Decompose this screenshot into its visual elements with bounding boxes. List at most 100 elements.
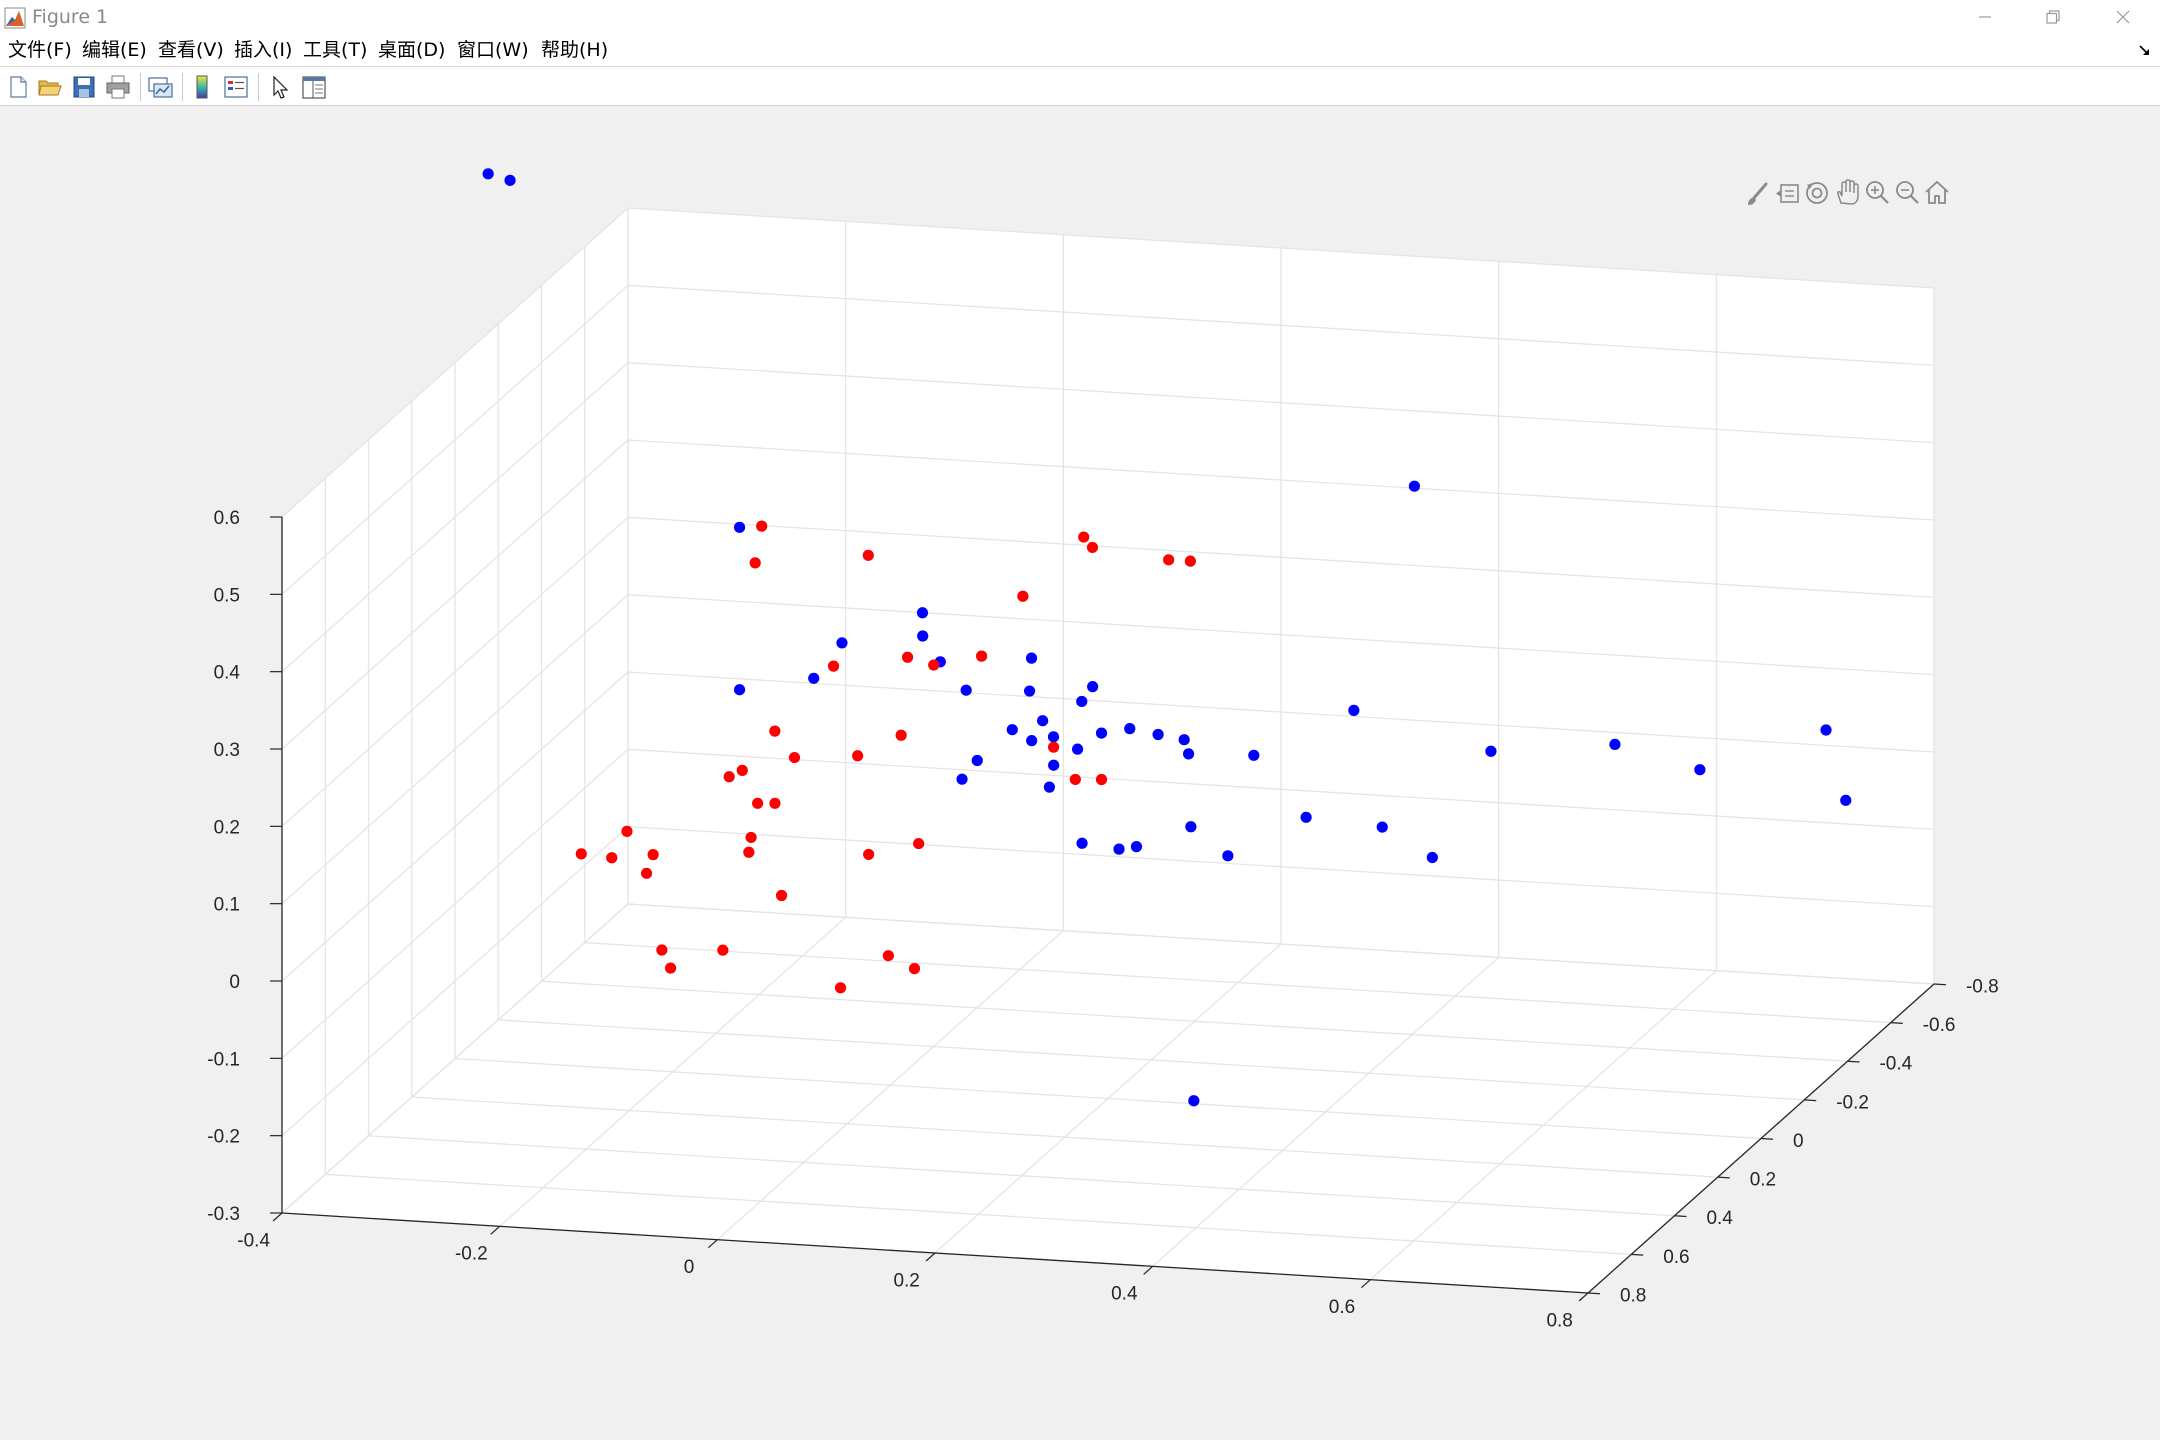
scatter-point-blue[interactable] <box>836 637 848 649</box>
scatter-point-red[interactable] <box>1047 741 1060 753</box>
scatter-point-red[interactable] <box>717 944 729 956</box>
scatter-point-blue[interactable] <box>733 684 746 696</box>
scatter-point-blue[interactable] <box>1037 715 1049 727</box>
scatter-point-blue[interactable] <box>1047 731 1060 743</box>
scatter-point-blue[interactable] <box>1178 734 1190 746</box>
z-tick-label: 0.3 <box>214 740 240 761</box>
scatter-point-red[interactable] <box>745 831 757 844</box>
scatter-point-blue[interactable] <box>1426 851 1438 864</box>
scatter-point-red[interactable] <box>788 751 801 764</box>
scatter-point-red[interactable] <box>1017 590 1029 602</box>
scatter-point-blue[interactable] <box>1182 748 1195 760</box>
scatter-point-blue[interactable] <box>733 521 746 533</box>
scatter-point-blue[interactable] <box>917 630 929 642</box>
scatter-point-red[interactable] <box>743 846 755 858</box>
scatter-point-blue[interactable] <box>1300 811 1312 823</box>
y-tick-label: 0.6 <box>1663 1247 1689 1268</box>
scatter-point-red[interactable] <box>606 852 618 864</box>
scatter-point-red[interactable] <box>775 889 788 902</box>
scatter-point-blue[interactable] <box>1188 1095 1200 1107</box>
y-tick-mark <box>1587 1292 1601 1295</box>
home-restore-view-icon[interactable] <box>1922 176 1952 210</box>
scatter-point-red[interactable] <box>769 797 781 809</box>
scatter-point-blue[interactable] <box>916 607 929 619</box>
scatter-point-blue[interactable] <box>1113 843 1125 855</box>
scatter-point-red[interactable] <box>736 764 748 776</box>
scatter-point-blue[interactable] <box>1076 837 1088 849</box>
scatter-point-red[interactable] <box>863 848 875 861</box>
scatter-point-red[interactable] <box>769 725 781 737</box>
scatter-point-blue[interactable] <box>1185 821 1197 833</box>
scatter-point-red[interactable] <box>882 950 894 962</box>
z-tick-label: 0.1 <box>214 895 240 916</box>
scatter-point-blue[interactable] <box>1376 821 1388 833</box>
scatter-point-red[interactable] <box>621 825 633 837</box>
z-tick-label: 0.4 <box>214 663 241 684</box>
zoom-in-icon[interactable] <box>1862 176 1892 210</box>
pan-hand-icon[interactable] <box>1832 176 1862 210</box>
x-tick-label: 0.6 <box>1329 1297 1355 1318</box>
rotate-3d-icon[interactable] <box>1802 176 1832 210</box>
scatter-point-blue[interactable] <box>1840 794 1852 806</box>
scatter-point-blue[interactable] <box>1025 652 1038 664</box>
scatter-point-blue[interactable] <box>1820 724 1832 736</box>
scatter-point-red[interactable] <box>664 962 677 974</box>
scatter-point-blue[interactable] <box>1026 735 1038 747</box>
scatter-point-red[interactable] <box>1078 531 1090 543</box>
scatter-point-blue[interactable] <box>482 168 494 180</box>
scatter-point-blue[interactable] <box>971 754 983 767</box>
scatter-point-blue[interactable] <box>956 773 968 785</box>
scatter-point-red[interactable] <box>827 660 840 672</box>
scatter-point-blue[interactable] <box>1609 738 1621 751</box>
scatter-point-blue[interactable] <box>1006 724 1018 736</box>
scatter-point-blue[interactable] <box>504 174 516 186</box>
scatter-point-blue[interactable] <box>1130 841 1143 853</box>
axes-3d[interactable]: -0.4 -0.2 0 0.2 0.4 0.6 0.8 -0.8 -0.6 -0.4 -0.2 0 0.… <box>0 0 2160 1440</box>
scatter-point-blue[interactable] <box>1485 745 1497 757</box>
scatter-point-blue[interactable] <box>1694 764 1706 776</box>
scatter-point-red[interactable] <box>852 750 864 762</box>
scatter-point-red[interactable] <box>647 849 659 861</box>
scatter-point-blue[interactable] <box>1222 850 1234 862</box>
scatter-point-red[interactable] <box>895 729 907 741</box>
scatter-point-blue[interactable] <box>1023 685 1036 697</box>
scatter-point-blue[interactable] <box>1124 723 1136 735</box>
scatter-point-red[interactable] <box>834 982 847 994</box>
scatter-point-red[interactable] <box>1095 773 1108 786</box>
scatter-point-blue[interactable] <box>808 672 820 684</box>
scatter-point-red[interactable] <box>640 867 653 879</box>
scatter-point-red[interactable] <box>928 659 940 671</box>
zoom-out-icon[interactable] <box>1892 176 1922 210</box>
y-tick-mark <box>1847 1060 1860 1063</box>
scatter-point-blue[interactable] <box>1043 781 1055 793</box>
y-tick-mark <box>1717 1176 1730 1179</box>
scatter-point-blue[interactable] <box>960 684 972 696</box>
scatter-point-red[interactable] <box>1163 554 1175 566</box>
scatter-point-blue[interactable] <box>1248 749 1260 761</box>
scatter-point-red[interactable] <box>862 549 874 561</box>
scatter-point-red[interactable] <box>749 557 761 569</box>
scatter-point-blue[interactable] <box>1048 759 1060 771</box>
scatter-point-red[interactable] <box>1069 773 1081 786</box>
scatter-point-red[interactable] <box>723 771 735 783</box>
scatter-point-red[interactable] <box>575 848 587 860</box>
scatter-point-red[interactable] <box>756 520 768 532</box>
scatter-point-blue[interactable] <box>1076 695 1088 708</box>
scatter-point-red[interactable] <box>656 944 668 956</box>
scatter-point-blue[interactable] <box>1095 727 1108 739</box>
z-tick-label: 0.6 <box>214 508 240 529</box>
scatter-point-red[interactable] <box>752 797 764 809</box>
scatter-point-red[interactable] <box>913 837 925 850</box>
scatter-point-blue[interactable] <box>1348 704 1360 716</box>
scatter-point-red[interactable] <box>1086 541 1099 554</box>
scatter-point-blue[interactable] <box>1408 480 1420 492</box>
brush-icon[interactable] <box>1742 176 1772 210</box>
scatter-point-red[interactable] <box>908 963 921 975</box>
scatter-point-red[interactable] <box>975 650 988 662</box>
scatter-point-blue[interactable] <box>1152 728 1164 741</box>
datatip-icon[interactable] <box>1772 176 1802 210</box>
scatter-point-blue[interactable] <box>1087 681 1099 693</box>
scatter-point-red[interactable] <box>1184 555 1196 567</box>
scatter-point-red[interactable] <box>901 651 914 663</box>
scatter-point-blue[interactable] <box>1071 743 1084 755</box>
